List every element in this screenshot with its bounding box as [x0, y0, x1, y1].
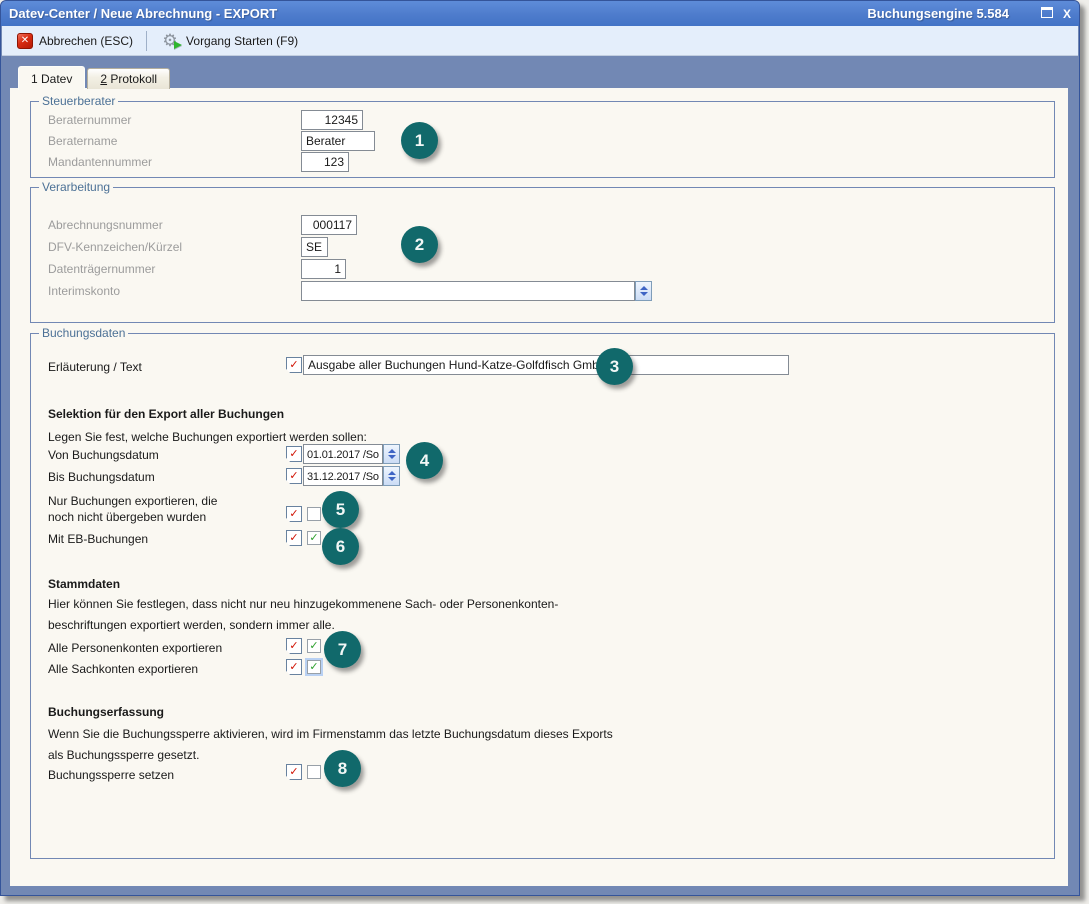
tab-protokoll[interactable]: 2 Protokoll [87, 68, 170, 89]
tab-datev[interactable]: 1 Datev [18, 66, 85, 90]
beratername-field[interactable]: Berater [301, 131, 375, 151]
erlaeuterung-label: Erläuterung / Text [48, 360, 142, 374]
tab-frame: 1 Datev 2 Protokoll Steuerberater Berate… [2, 57, 1078, 895]
app-window: Datev-Center / Neue Abrechnung - EXPORT … [0, 0, 1080, 896]
start-process-label: Vorgang Starten (F9) [186, 34, 298, 48]
group-steuerberater-legend: Steuerberater [39, 94, 118, 108]
sachkonten-override-red-check-icon[interactable]: ✓ [286, 659, 302, 675]
selektion-heading: Selektion für den Export aller Buchungen [48, 407, 284, 421]
gear-run-icon: ⚙ [160, 31, 180, 51]
buchungssperre-override-red-check-icon[interactable]: ✓ [286, 764, 302, 780]
restore-button[interactable] [1041, 7, 1053, 21]
group-verarbeitung-legend: Verarbeitung [39, 180, 113, 194]
title-bar: Datev-Center / Neue Abrechnung - EXPORT … [1, 1, 1079, 26]
buchungssperre-checkbox[interactable]: ✓ [307, 765, 321, 779]
nur-uebergeben-override-red-check-icon[interactable]: ✓ [286, 506, 302, 522]
buchungserfassung-heading: Buchungserfassung [48, 705, 164, 719]
interimskonto-field[interactable] [301, 281, 635, 301]
group-buchungsdaten: Buchungsdaten Erläuterung / Text ✓ Ausga… [30, 333, 1055, 859]
personenkonten-checkbox[interactable]: ✓ [307, 639, 321, 653]
beratername-label: Beratername [48, 134, 117, 148]
bis-buchungsdatum-label: Bis Buchungsdatum [48, 470, 155, 484]
von-date-spinner[interactable] [383, 444, 400, 464]
von-buchungsdatum-field[interactable]: 01.01.2017 /So [303, 444, 383, 464]
mit-eb-checkbox[interactable]: ✓ [307, 531, 321, 545]
stammdaten-heading: Stammdaten [48, 577, 120, 591]
callout-badge-8: 8 [324, 750, 361, 787]
sachkonten-checkbox[interactable]: ✓ [307, 660, 321, 674]
group-verarbeitung: Verarbeitung Abrechnungsnummer 000117 DF… [30, 187, 1055, 323]
dfv-kennzeichen-label: DFV-Kennzeichen/Kürzel [48, 240, 182, 254]
buchungssperre-label: Buchungssperre setzen [48, 768, 174, 782]
personenkonten-override-red-check-icon[interactable]: ✓ [286, 638, 302, 654]
interimskonto-label: Interimskonto [48, 284, 120, 298]
group-buchungsdaten-legend: Buchungsdaten [39, 326, 128, 340]
nur-uebergeben-label-line1: Nur Buchungen exportieren, die [48, 494, 217, 508]
nur-uebergeben-checkbox[interactable]: ✓ [307, 507, 321, 521]
cancel-x-icon: ✕ [17, 33, 33, 49]
datentraegernummer-label: Datenträgernummer [48, 262, 155, 276]
mit-eb-override-red-check-icon[interactable]: ✓ [286, 530, 302, 546]
von-override-red-check-icon[interactable]: ✓ [286, 446, 302, 462]
stammdaten-description-line2: beschriftungen exportiert werden, sonder… [48, 618, 335, 632]
callout-badge-1: 1 [401, 122, 438, 159]
group-steuerberater: Steuerberater Beraternummer 12345 Berate… [30, 101, 1055, 178]
interimskonto-spinner[interactable] [635, 281, 652, 301]
datentraegernummer-field[interactable]: 1 [301, 259, 346, 279]
mit-eb-label: Mit EB-Buchungen [48, 532, 148, 546]
cancel-button-label: Abbrechen (ESC) [39, 34, 133, 48]
bis-buchungsdatum-field[interactable]: 31.12.2017 /So [303, 466, 383, 486]
callout-badge-6: 6 [322, 528, 359, 565]
buchungserfassung-description-line2: als Buchungssperre gesetzt. [48, 748, 199, 762]
beraternummer-field[interactable]: 12345 [301, 110, 363, 130]
stammdaten-description-line1: Hier können Sie festlegen, dass nicht nu… [48, 597, 558, 611]
tab-page-datev: Steuerberater Beraternummer 12345 Berate… [10, 88, 1068, 886]
bis-override-red-check-icon[interactable]: ✓ [286, 468, 302, 484]
cancel-button[interactable]: ✕ Abbrechen (ESC) [10, 30, 140, 52]
window-title: Datev-Center / Neue Abrechnung - EXPORT [9, 6, 867, 21]
erlaeuterung-text-field[interactable]: Ausgabe aller Buchungen Hund-Katze-Golfd… [303, 355, 789, 375]
close-button[interactable]: X [1063, 7, 1071, 21]
toolbar-separator [146, 31, 147, 51]
callout-badge-7: 7 [324, 631, 361, 668]
nur-uebergeben-label-line2: noch nicht übergeben wurden [48, 510, 206, 524]
start-process-button[interactable]: ⚙ Vorgang Starten (F9) [153, 28, 305, 54]
von-buchungsdatum-label: Von Buchungsdatum [48, 448, 159, 462]
sachkonten-label: Alle Sachkonten exportieren [48, 662, 198, 676]
mandantennummer-label: Mandantennummer [48, 155, 152, 169]
callout-badge-5: 5 [322, 491, 359, 528]
dfv-kennzeichen-field[interactable]: SE [301, 237, 328, 257]
abrechnungsnummer-field[interactable]: 000117 [301, 215, 357, 235]
tab-strip: 1 Datev 2 Protokoll [18, 65, 170, 89]
buchungserfassung-description-line1: Wenn Sie die Buchungssperre aktivieren, … [48, 727, 613, 741]
close-icon: X [1063, 7, 1071, 21]
bis-date-spinner[interactable] [383, 466, 400, 486]
abrechnungsnummer-label: Abrechnungsnummer [48, 218, 163, 232]
restore-icon [1041, 7, 1053, 18]
mandantennummer-field[interactable]: 123 [301, 152, 349, 172]
selektion-description: Legen Sie fest, welche Buchungen exporti… [48, 430, 367, 444]
erlaeuterung-override-red-check-icon[interactable]: ✓ [286, 357, 302, 373]
toolbar: ✕ Abbrechen (ESC) ⚙ Vorgang Starten (F9) [2, 26, 1078, 56]
beraternummer-label: Beraternummer [48, 113, 131, 127]
callout-badge-4: 4 [406, 442, 443, 479]
callout-badge-3: 3 [596, 348, 633, 385]
callout-badge-2: 2 [401, 226, 438, 263]
personenkonten-label: Alle Personenkonten exportieren [48, 641, 222, 655]
app-version-label: Buchungsengine 5.584 [867, 6, 1009, 21]
